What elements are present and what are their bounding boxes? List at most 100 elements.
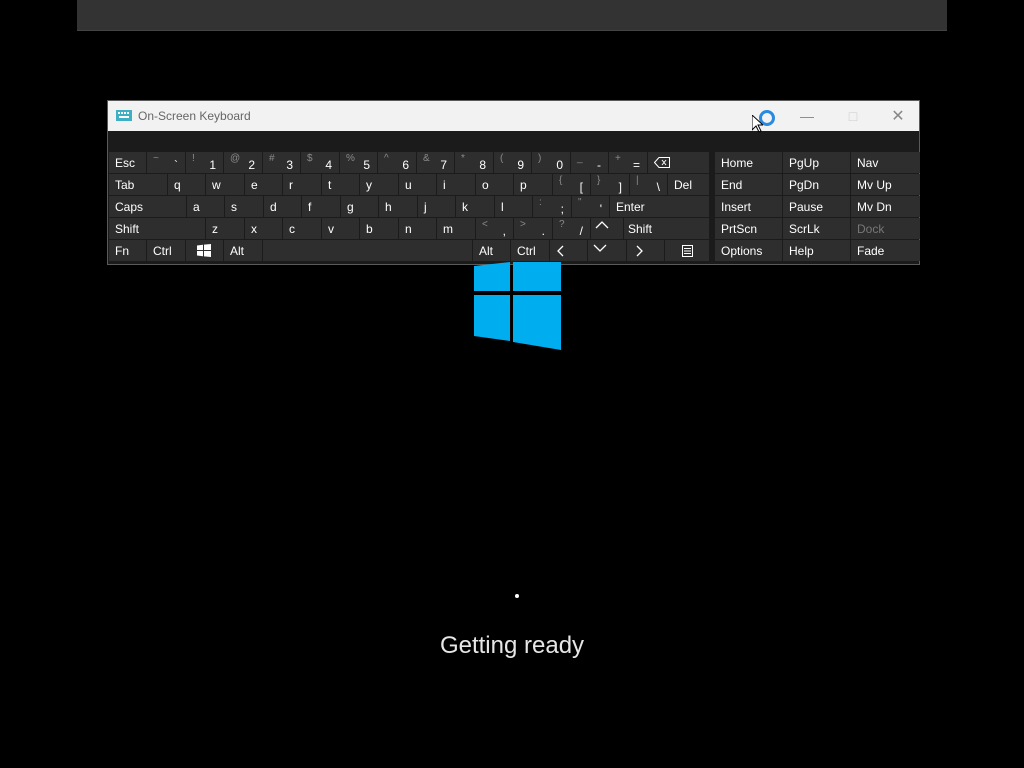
key-e[interactable]: e xyxy=(245,174,282,195)
key-a[interactable]: a xyxy=(187,196,224,217)
osk-window[interactable]: On-Screen Keyboard — □ ✕ Esc ~ ` ! 1 @2 #3… xyxy=(107,100,920,265)
key-b[interactable]: b xyxy=(360,218,398,239)
key-s[interactable]: s xyxy=(225,196,263,217)
maximize-button[interactable]: □ xyxy=(830,101,876,131)
key-prtscn[interactable]: PrtScn xyxy=(715,218,782,239)
key-up-arrow[interactable] xyxy=(591,218,623,239)
key-y[interactable]: y xyxy=(360,174,398,195)
key-j[interactable]: j xyxy=(418,196,455,217)
window-title: On-Screen Keyboard xyxy=(138,109,251,123)
key-n[interactable]: n xyxy=(399,218,436,239)
key-w[interactable]: w xyxy=(206,174,244,195)
close-icon: ✕ xyxy=(891,108,905,125)
arrow-down-icon xyxy=(593,244,607,252)
key-period[interactable]: >. xyxy=(514,218,552,239)
key-slash[interactable]: ? / xyxy=(553,218,590,239)
windows-logo-icon xyxy=(197,244,211,257)
key-down-arrow[interactable] xyxy=(588,240,626,261)
key-k[interactable]: k xyxy=(456,196,494,217)
key-0[interactable]: ) 0 xyxy=(532,152,570,173)
key-r[interactable]: r xyxy=(283,174,321,195)
key-f[interactable]: f xyxy=(302,196,340,217)
key-2[interactable]: @2 xyxy=(224,152,262,173)
key-v[interactable]: v xyxy=(322,218,359,239)
key-alt-right[interactable]: Alt xyxy=(473,240,510,261)
key-backslash[interactable]: | \ xyxy=(630,174,667,195)
key-l[interactable]: l xyxy=(495,196,532,217)
key-pause[interactable]: Pause xyxy=(783,196,850,217)
key-right-bracket[interactable]: }] xyxy=(591,174,629,195)
key-m[interactable]: m xyxy=(437,218,475,239)
arrow-right-icon xyxy=(636,245,643,257)
key-home[interactable]: Home xyxy=(715,152,782,173)
key-space[interactable] xyxy=(263,240,472,261)
windows-logo xyxy=(474,262,561,350)
key-end[interactable]: End xyxy=(715,174,782,195)
key-6[interactable]: ^ 6 xyxy=(378,152,416,173)
mouse-pointer-icon xyxy=(752,115,763,133)
key-mv-up[interactable]: Mv Up xyxy=(851,174,920,195)
key-4[interactable]: $4 xyxy=(301,152,339,173)
key-left-arrow[interactable] xyxy=(550,240,587,261)
key-ctrl-right[interactable]: Ctrl xyxy=(511,240,549,261)
key-ctrl-left[interactable]: Ctrl xyxy=(147,240,185,261)
key-enter[interactable]: Enter xyxy=(610,196,709,217)
key-backspace[interactable] xyxy=(648,152,709,173)
key-minus[interactable]: _ - xyxy=(571,152,608,173)
key-windows[interactable] xyxy=(186,240,223,261)
key-z[interactable]: z xyxy=(206,218,244,239)
key-del[interactable]: Del xyxy=(668,174,709,195)
minimize-icon: — xyxy=(800,108,814,124)
key-t[interactable]: t xyxy=(322,174,359,195)
key-options[interactable]: Options xyxy=(715,240,782,261)
key-dock[interactable]: Dock xyxy=(851,218,920,239)
title-bar[interactable]: On-Screen Keyboard — □ ✕ xyxy=(108,101,921,133)
key-i[interactable]: i xyxy=(437,174,475,195)
key-comma[interactable]: <, xyxy=(476,218,513,239)
key-semicolon[interactable]: :; xyxy=(533,196,571,217)
key-alt-left[interactable]: Alt xyxy=(224,240,262,261)
key-fn[interactable]: Fn xyxy=(109,240,146,261)
key-shift-left[interactable]: Shift xyxy=(109,218,205,239)
menu-key-icon xyxy=(682,245,693,257)
status-text: Getting ready xyxy=(439,632,585,659)
minimize-button[interactable]: — xyxy=(784,101,830,131)
key-backtick[interactable]: ~ ` xyxy=(147,152,185,173)
key-o[interactable]: o xyxy=(476,174,513,195)
key-help[interactable]: Help xyxy=(783,240,850,261)
key-g[interactable]: g xyxy=(341,196,378,217)
key-scrlk[interactable]: ScrLk xyxy=(783,218,850,239)
key-q[interactable]: q xyxy=(168,174,205,195)
close-button[interactable]: ✕ xyxy=(875,101,921,131)
key-3[interactable]: #3 xyxy=(263,152,300,173)
key-left-bracket[interactable]: {[ xyxy=(553,174,590,195)
key-tab[interactable]: Tab xyxy=(109,174,167,195)
key-right-arrow[interactable] xyxy=(627,240,664,261)
key-pgdn[interactable]: PgDn xyxy=(783,174,850,195)
key-insert[interactable]: Insert xyxy=(715,196,782,217)
key-h[interactable]: h xyxy=(379,196,417,217)
key-d[interactable]: d xyxy=(264,196,301,217)
key-mv-dn[interactable]: Mv Dn xyxy=(851,196,920,217)
key-esc[interactable]: Esc xyxy=(109,152,146,173)
key-1[interactable]: ! 1 xyxy=(186,152,223,173)
key-equals[interactable]: + = xyxy=(609,152,647,173)
maximize-icon: □ xyxy=(848,108,858,124)
key-fade[interactable]: Fade xyxy=(851,240,920,261)
arrow-up-icon xyxy=(595,221,609,229)
key-8[interactable]: * 8 xyxy=(455,152,493,173)
key-9[interactable]: (9 xyxy=(494,152,531,173)
key-5[interactable]: % 5 xyxy=(340,152,377,173)
key-p[interactable]: p xyxy=(514,174,552,195)
key-pgup[interactable]: PgUp xyxy=(783,152,850,173)
key-caps[interactable]: Caps xyxy=(109,196,186,217)
key-x[interactable]: x xyxy=(245,218,282,239)
key-c[interactable]: c xyxy=(283,218,321,239)
key-nav[interactable]: Nav xyxy=(851,152,920,173)
key-u[interactable]: u xyxy=(399,174,436,195)
key-shift-right[interactable]: Shift xyxy=(624,218,709,239)
backspace-icon xyxy=(654,157,670,168)
key-menu[interactable] xyxy=(665,240,709,261)
key-quote[interactable]: " ' xyxy=(572,196,609,217)
key-7[interactable]: & 7 xyxy=(417,152,454,173)
